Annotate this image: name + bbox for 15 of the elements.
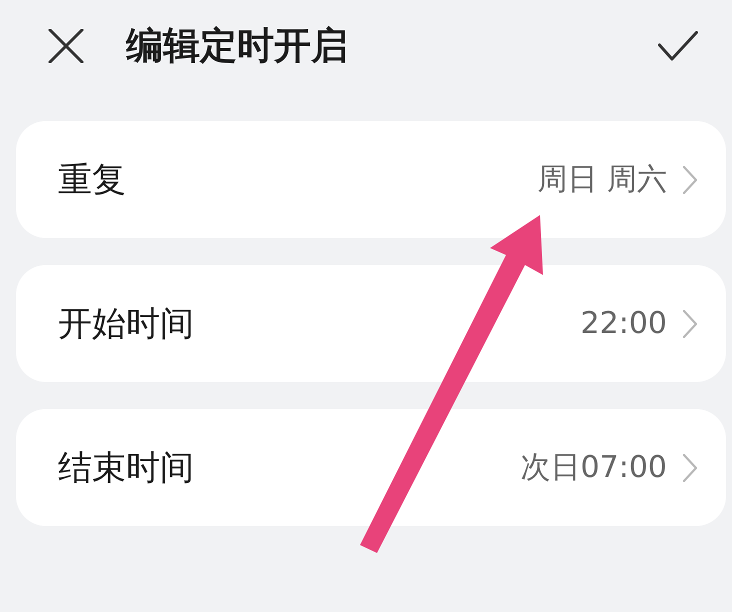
chevron-icon (683, 310, 697, 338)
row-value: 22:00 (580, 306, 667, 341)
setting-row[interactable]: 结束时间 次日07:00 (16, 409, 726, 526)
page-title: 编辑定时开启 (126, 23, 349, 69)
row-value: 次日07:00 (520, 449, 667, 487)
row-label: 结束时间 (58, 446, 195, 490)
chevron-icon (683, 454, 697, 482)
setting-row[interactable]: 开始时间 22:00 (16, 265, 726, 382)
chevron-icon (683, 166, 697, 194)
row-label: 重复 (58, 158, 127, 202)
row-value: 周日 周六 (537, 161, 667, 199)
check-icon[interactable] (658, 31, 698, 61)
close-icon[interactable] (48, 29, 84, 63)
row-label: 开始时间 (58, 302, 195, 346)
setting-row[interactable]: 重复 周日 周六 (16, 121, 726, 238)
